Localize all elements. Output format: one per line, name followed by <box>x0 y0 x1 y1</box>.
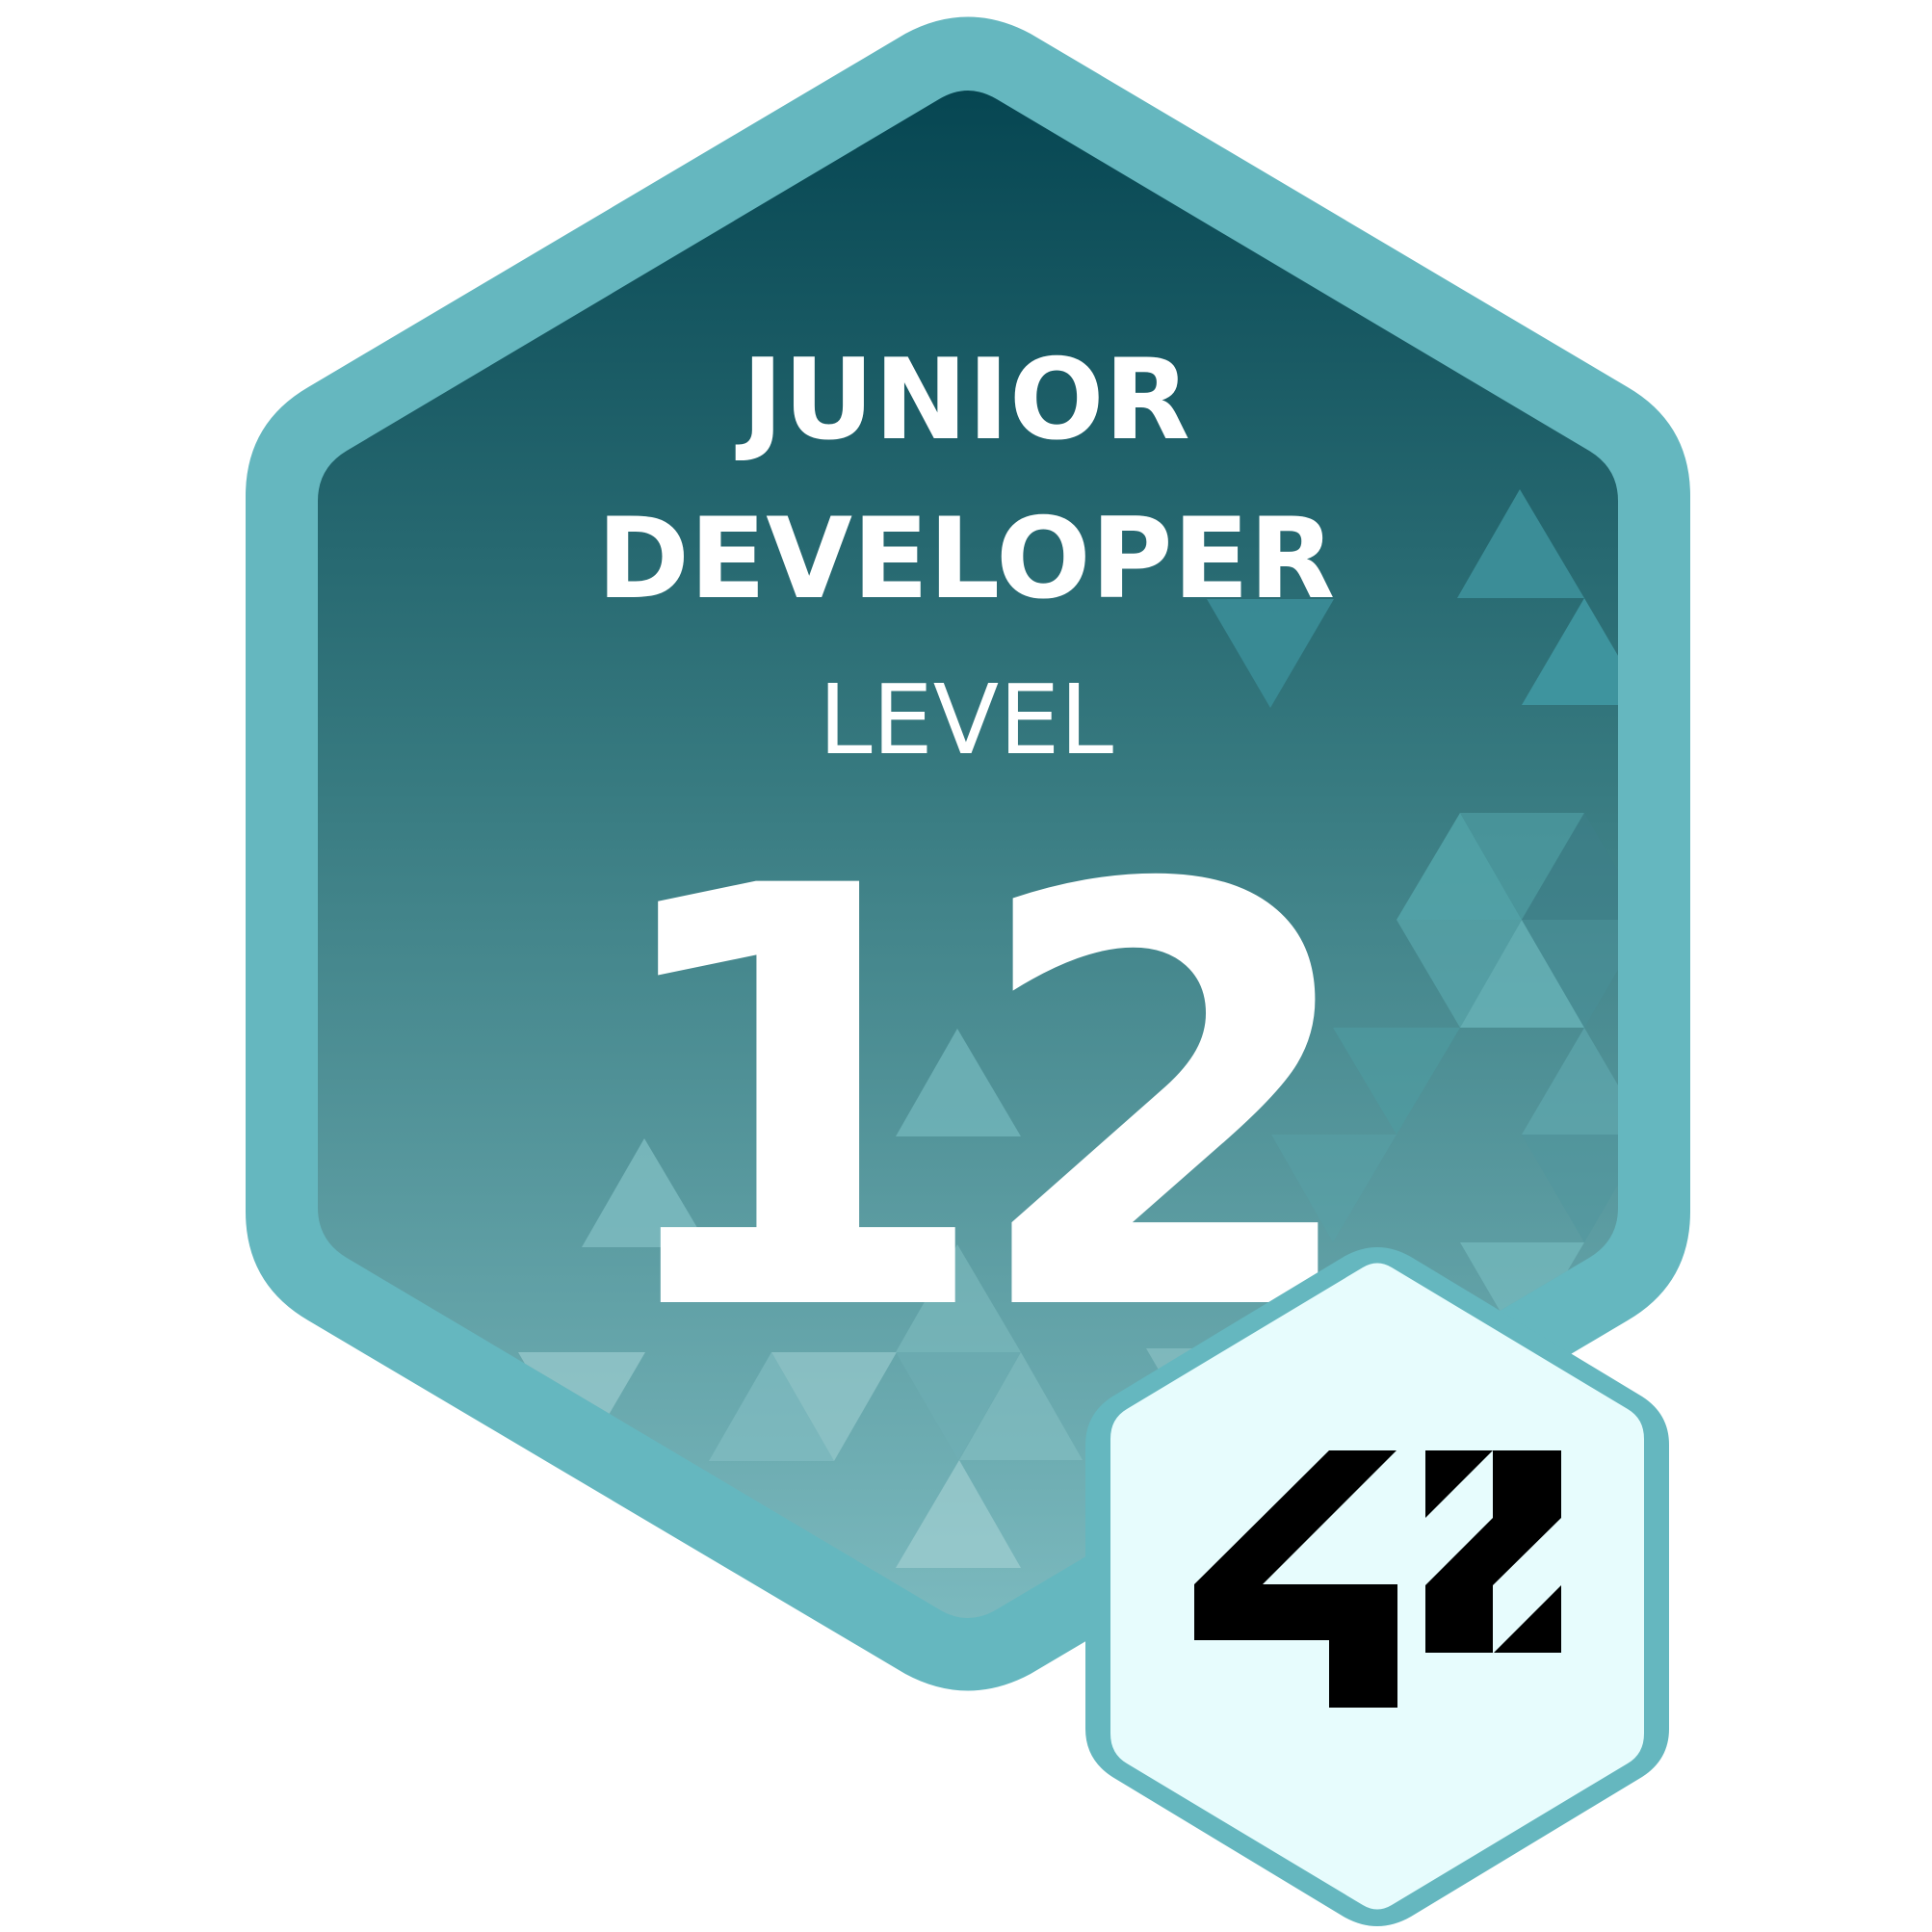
badge-title-line1: JUNIOR <box>735 335 1190 465</box>
badge-title-line2: DEVELOPER <box>597 494 1336 624</box>
level-label: LEVEL <box>819 664 1113 776</box>
badge: JUNIOR DEVELOPER LEVEL 12 <box>246 16 1690 1926</box>
